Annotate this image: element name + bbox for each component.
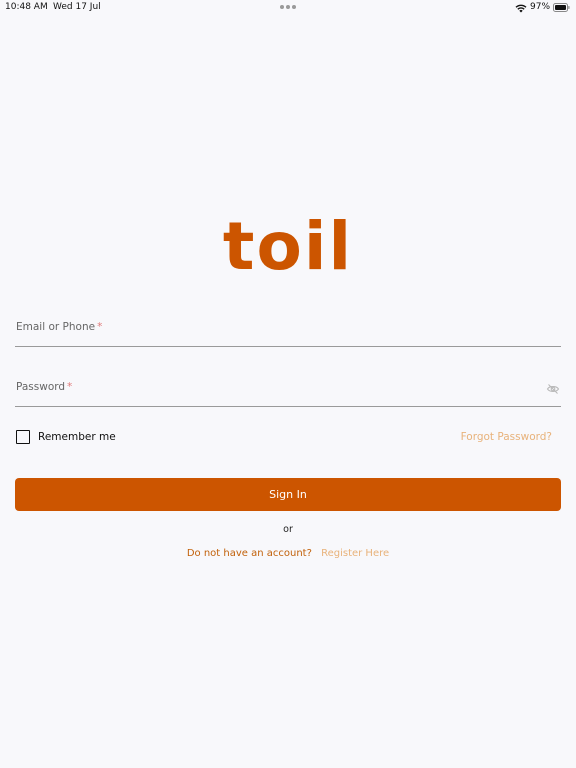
remember-me-label[interactable]: Remember me: [38, 431, 116, 443]
required-mark: *: [97, 321, 103, 333]
required-mark: *: [67, 381, 73, 393]
password-field[interactable]: Password *: [15, 372, 561, 407]
app-logo: toil: [222, 208, 354, 285]
no-account-text: Do not have an account?: [186, 548, 312, 559]
or-divider-text: or: [283, 524, 293, 535]
status-bar: 10:48 AM Wed 17 Jul 97%: [0, 0, 576, 16]
sign-in-button[interactable]: Sign In: [15, 478, 561, 511]
eye-off-icon[interactable]: [546, 382, 560, 396]
battery-icon: [553, 3, 570, 12]
remember-me-checkbox[interactable]: [16, 430, 30, 444]
wifi-icon: [515, 4, 527, 13]
register-link[interactable]: Register Here: [321, 548, 389, 559]
multitasking-dots-icon[interactable]: [280, 5, 296, 9]
forgot-password-link[interactable]: Forgot Password?: [461, 431, 552, 443]
status-date: Wed 17 Jul: [53, 2, 101, 12]
email-field[interactable]: Email or Phone *: [15, 312, 561, 347]
email-label-text: Email or Phone: [16, 321, 96, 333]
battery-percentage: 97%: [530, 2, 551, 12]
status-time: 10:48 AM: [5, 2, 48, 12]
password-label-text: Password: [16, 381, 66, 393]
password-field-label: Password *: [16, 381, 72, 393]
email-field-label: Email or Phone *: [16, 321, 102, 333]
register-row: Do not have an account? Register Here: [0, 548, 576, 559]
